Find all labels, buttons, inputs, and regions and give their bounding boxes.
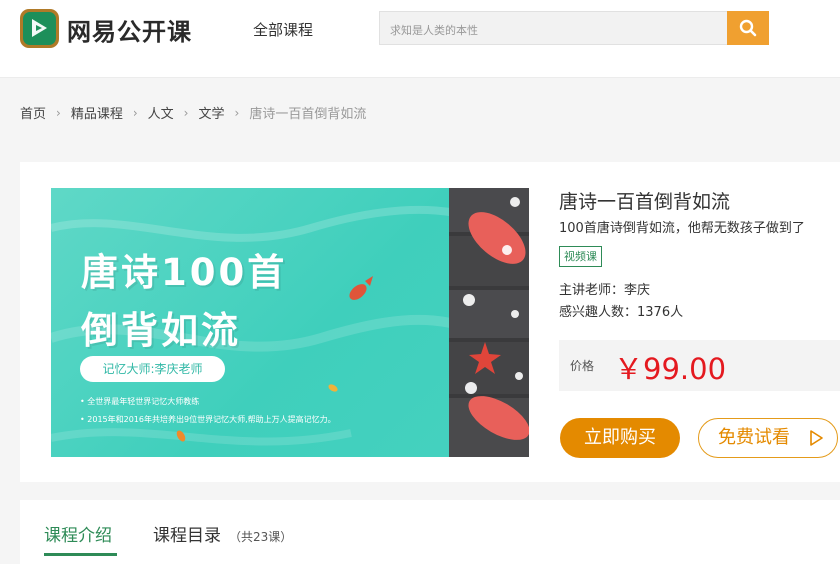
tab-catalog[interactable]: 课程目录 （共23课）	[153, 521, 292, 546]
breadcrumb-literature[interactable]: 文学	[198, 103, 224, 122]
free-trial-label: 免费试看	[718, 427, 790, 448]
breadcrumb-home[interactable]: 首页	[20, 103, 46, 122]
tab-active-indicator	[44, 553, 117, 556]
price-box: 价格 ￥99.00	[559, 340, 840, 391]
tab-catalog-count: （共23课）	[229, 530, 293, 544]
course-card: 唐诗100首 倒背如流 记忆大师:李庆老师 • 全世界最年轻世界记忆大师教练 •…	[20, 162, 840, 482]
breadcrumb: 首页 › 精品课程 › 人文 › 文学 › 唐诗一百首倒背如流	[20, 103, 367, 123]
tab-catalog-label: 课程目录	[153, 526, 221, 546]
breadcrumb-humanities[interactable]: 人文	[148, 103, 174, 122]
banner-title-line2: 倒背如流	[81, 309, 241, 352]
koi-fish-icon	[349, 276, 373, 300]
course-title: 唐诗一百首倒背如流	[559, 191, 731, 213]
site-header: 网易公开课 全部课程 求知是人类的本性	[0, 0, 840, 78]
breadcrumb-featured[interactable]: 精品课程	[71, 103, 123, 122]
breadcrumb-current: 唐诗一百首倒背如流	[249, 107, 367, 122]
nav-all-courses[interactable]: 全部课程	[253, 19, 313, 40]
tab-intro[interactable]: 课程介绍	[44, 521, 112, 546]
chevron-right-icon: ›	[234, 105, 240, 120]
play-logo-icon	[32, 19, 47, 37]
search-button[interactable]	[727, 11, 769, 45]
course-subtitle: 100首唐诗倒背如流，他帮无数孩子做到了	[559, 221, 805, 236]
course-teacher: 主讲老师：李庆	[559, 283, 651, 298]
banner-title-line1: 唐诗100首	[81, 251, 288, 294]
chevron-right-icon: ›	[183, 105, 189, 120]
search-icon	[739, 19, 757, 37]
course-interest-count: 感兴趣人数：1376人	[559, 305, 684, 320]
logo-icon[interactable]	[20, 9, 59, 48]
buy-now-button[interactable]: 立即购买	[560, 418, 680, 458]
course-type-badge: 视频课	[559, 246, 602, 267]
price-value: ￥99.00	[614, 352, 727, 386]
banner-bullet-2: • 2015年和2016年共培养出9位世界记忆大师,帮助上万人提高记忆力。	[80, 415, 336, 424]
banner-teacher-pill: 记忆大师:李庆老师	[80, 356, 225, 382]
banner-bullet-1: • 全世界最年轻世界记忆大师教练	[80, 397, 200, 406]
course-banner[interactable]: 唐诗100首 倒背如流 记忆大师:李庆老师 • 全世界最年轻世界记忆大师教练 •…	[51, 188, 529, 457]
chevron-right-icon: ›	[56, 105, 61, 120]
course-tabs: 课程介绍 课程目录 （共23课）	[20, 500, 840, 564]
free-trial-button[interactable]: 免费试看	[698, 418, 838, 458]
wood-planks-decoration	[449, 188, 529, 457]
brand-name[interactable]: 网易公开课	[67, 12, 192, 47]
chevron-right-icon: ›	[132, 105, 138, 120]
play-triangle-icon	[810, 430, 823, 446]
price-label: 价格	[570, 359, 595, 373]
search-input[interactable]: 求知是人类的本性	[379, 11, 728, 45]
koi-fish-icon	[328, 384, 338, 392]
